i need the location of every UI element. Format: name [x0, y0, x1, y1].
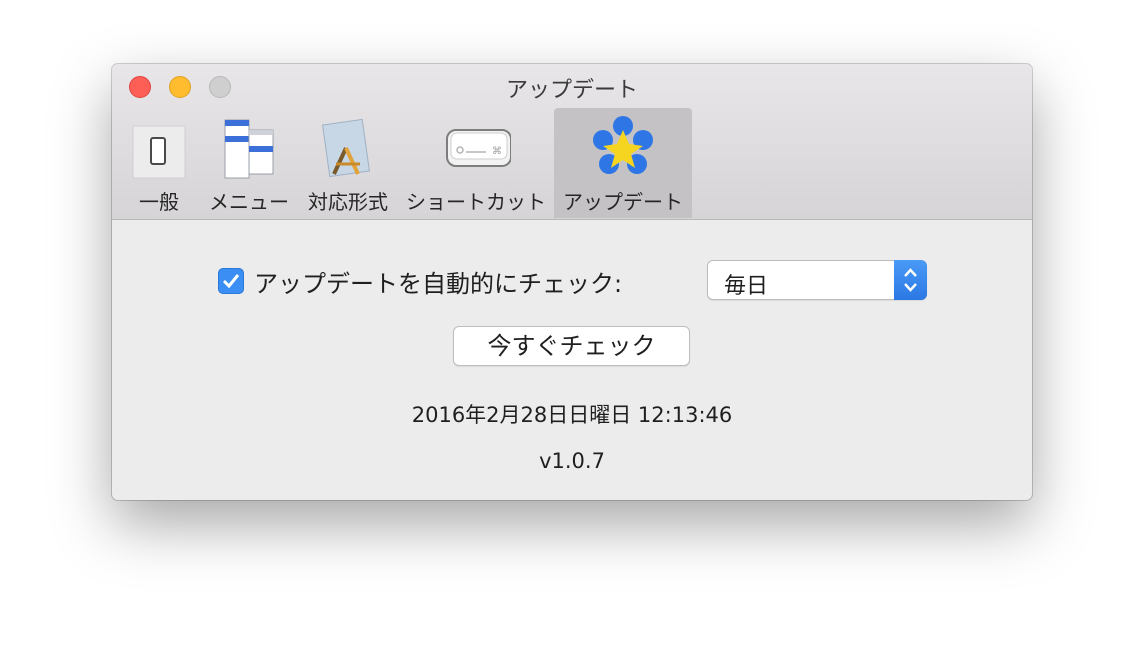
- tab-label: 対応形式: [308, 190, 388, 214]
- update-balls-icon: [593, 116, 653, 174]
- check-now-button[interactable]: 今すぐチェック: [453, 326, 690, 366]
- last-checked-datetime: 2016年2月28日日曜日 12:13:46: [411, 403, 733, 427]
- keyboard-key-icon: ⌘: [446, 129, 511, 167]
- tab-update[interactable]: アップデート: [554, 108, 692, 218]
- frequency-select[interactable]: 毎日: [707, 260, 927, 300]
- titlebar-toolbar: アップデート 一般 メニュー 対応形式 ⌘ ショートカット アップデート: [112, 64, 1032, 220]
- tab-label: アップデート: [563, 190, 683, 214]
- svg-text:⌘: ⌘: [492, 146, 502, 157]
- tab-general[interactable]: 一般: [126, 108, 192, 218]
- tab-formats[interactable]: 対応形式: [306, 108, 390, 218]
- tab-label: 一般: [139, 190, 179, 214]
- auto-check-checkbox[interactable]: [218, 268, 244, 294]
- tab-shortcuts[interactable]: ⌘ ショートカット: [404, 108, 548, 218]
- up-down-chevron-icon: [904, 268, 917, 292]
- preferences-window: アップデート 一般 メニュー 対応形式 ⌘ ショートカット アップデート アップ…: [112, 64, 1032, 500]
- check-icon: [222, 274, 240, 289]
- tab-label: メニュー: [209, 190, 289, 214]
- frequency-value: 毎日: [724, 274, 769, 299]
- update-pane: アップデートを自動的にチェック: 毎日 今すぐチェック 2016年2月28日日曜…: [112, 220, 1032, 500]
- select-chevrons-icon: [894, 260, 927, 300]
- auto-check-label: アップデートを自動的にチェック:: [254, 270, 623, 298]
- menu-icon: [224, 119, 274, 179]
- version-label: v1.0.7: [539, 449, 605, 473]
- app-document-icon: [322, 118, 370, 178]
- tab-label: ショートカット: [406, 190, 546, 214]
- switch-icon: [132, 125, 186, 179]
- tab-menu[interactable]: メニュー: [206, 108, 292, 218]
- window-title: アップデート: [505, 78, 638, 103]
